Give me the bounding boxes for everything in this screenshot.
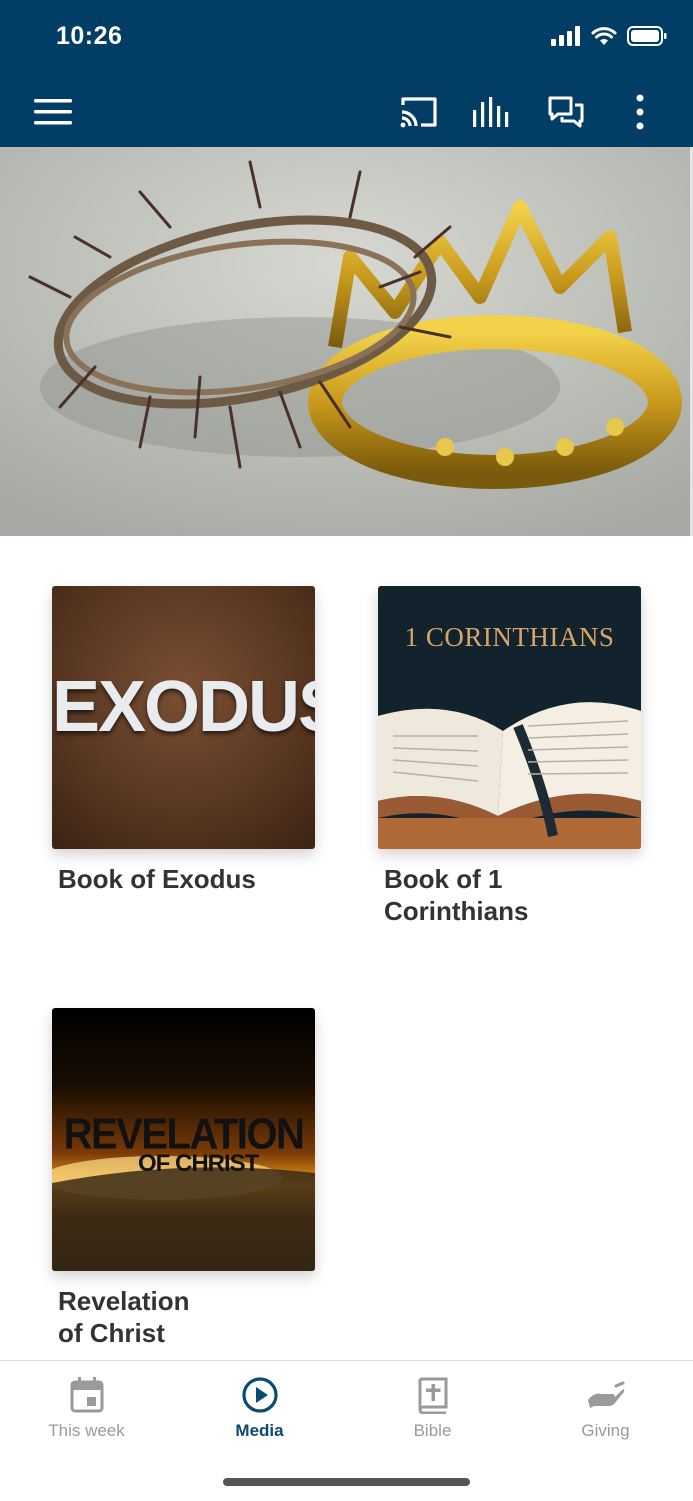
status-icons (551, 26, 667, 46)
signal-icon (551, 26, 580, 46)
status-time: 10:26 (56, 22, 123, 50)
menu-icon (34, 99, 72, 125)
battery-icon (627, 26, 667, 46)
wifi-icon (591, 27, 617, 45)
bible-icon (418, 1377, 447, 1414)
tab-label: This week (48, 1421, 125, 1440)
tab-media[interactable]: Media (173, 1361, 346, 1461)
hero-banner[interactable] (0, 147, 690, 536)
more-button[interactable] (616, 88, 664, 136)
audio-button[interactable] (468, 88, 516, 136)
crown-of-thorns-image (0, 147, 690, 536)
media-card-corinthians[interactable]: 1 CORINTHIANS Book of 1 Corinthians (378, 586, 641, 927)
exodus-art-text: EXODUS (52, 667, 315, 747)
cast-icon (400, 97, 437, 128)
card-title: Book of 1 Corinthians (384, 864, 529, 926)
menu-button[interactable] (29, 88, 77, 136)
tab-this-week[interactable]: This week (0, 1361, 173, 1461)
media-card-revelation[interactable]: REVELATION OF CHRIST Revelation of Chris… (52, 1008, 315, 1349)
home-indicator (223, 1478, 470, 1486)
app-header: 10:26 (0, 0, 693, 147)
open-bible-image (378, 702, 641, 849)
card-title: Book of Exodus (58, 864, 256, 894)
tab-label: Giving (581, 1421, 630, 1440)
revelation-thumbnail: REVELATION OF CHRIST (52, 1008, 315, 1271)
more-vertical-icon (636, 94, 644, 130)
calendar-icon (70, 1377, 103, 1413)
corinthians-thumbnail: 1 CORINTHIANS (378, 586, 641, 849)
exodus-thumbnail: EXODUS (52, 586, 315, 849)
play-circle-icon (241, 1377, 278, 1413)
revelation-art-subtext: OF CHRIST (138, 1150, 259, 1177)
chat-icon (548, 96, 584, 128)
media-card-exodus[interactable]: EXODUS Book of Exodus (52, 586, 315, 895)
giving-hand-icon (587, 1381, 624, 1408)
tab-bible[interactable]: Bible (346, 1361, 519, 1461)
tab-label: Media (235, 1421, 284, 1440)
tab-label: Bible (413, 1421, 452, 1440)
chat-button[interactable] (542, 88, 590, 136)
card-title: Revelation of Christ (58, 1286, 190, 1348)
cast-button[interactable] (395, 88, 443, 136)
audio-bars-icon (473, 97, 509, 127)
tab-giving[interactable]: Giving (519, 1361, 692, 1461)
